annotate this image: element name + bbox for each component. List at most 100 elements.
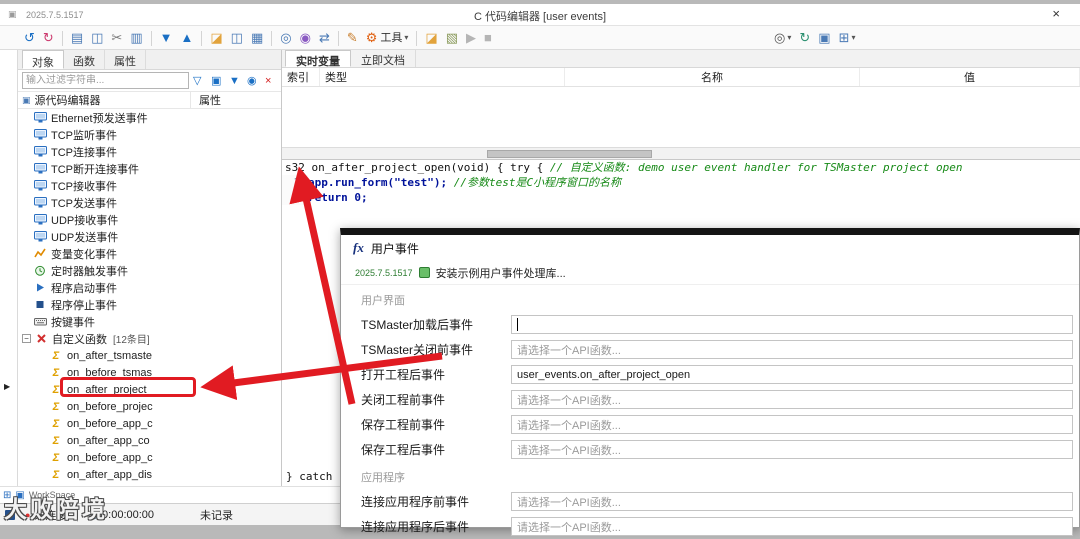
code-line[interactable]: 2return 0; <box>282 190 1080 205</box>
tree-item[interactable]: TCP监听事件 <box>18 126 281 143</box>
filter-options-icon[interactable]: ▣ <box>208 71 224 91</box>
filter-icon[interactable]: ▽ <box>190 71 206 91</box>
filter-clear-icon[interactable]: × <box>262 71 278 91</box>
find-next-icon[interactable]: ◉ <box>297 28 314 48</box>
api-function-combo[interactable]: 请选择一个API函数... <box>511 415 1073 434</box>
sigma-function-icon: Σ <box>48 435 64 447</box>
column-header[interactable]: 值 <box>860 68 1080 86</box>
tree-item[interactable]: Σon_after_tsmaste <box>18 347 281 364</box>
filter-target-icon[interactable]: ◉ <box>244 71 260 91</box>
tree-item[interactable]: Σon_before_projec <box>18 398 281 415</box>
sigma-function-icon: Σ <box>48 452 64 464</box>
tree-item[interactable]: −自定义函数[12条目] <box>18 330 281 347</box>
record-status: 未记录 <box>200 507 233 523</box>
edit-icon[interactable]: ✎ <box>344 28 361 48</box>
table-header: 索引类型名称值 <box>282 68 1080 87</box>
column-header[interactable]: 类型 <box>320 68 565 86</box>
redo-icon[interactable]: ↻ <box>40 28 57 48</box>
column-header[interactable]: 索引 <box>282 68 320 86</box>
cut-icon[interactable]: ✂ <box>108 28 125 48</box>
move-up-icon[interactable]: ▲ <box>177 28 196 48</box>
tree-item[interactable]: TCP发送事件 <box>18 194 281 211</box>
horizontal-scrollbar[interactable] <box>282 147 1080 159</box>
window-icon[interactable]: ▣ <box>815 28 833 48</box>
dialog-field-row: 连接应用程序后事件请选择一个API函数... <box>341 514 1079 539</box>
tree-item[interactable]: 程序启动事件 <box>18 279 281 296</box>
undo-icon[interactable]: ↺ <box>21 28 38 48</box>
tree-item[interactable]: Σon_after_app_co <box>18 432 281 449</box>
tree-item[interactable]: Σon_after_project_ <box>18 381 281 398</box>
collapse-expander-icon[interactable]: − <box>22 334 31 343</box>
folder-icon[interactable]: ◪ <box>422 28 440 48</box>
tree-item[interactable]: 定时器触发事件 <box>18 262 281 279</box>
fx-icon: fx <box>353 240 364 256</box>
field-label: 保存工程后事件 <box>341 441 511 458</box>
tree-item-label: on_after_app_co <box>67 435 150 447</box>
tab-实时变量[interactable]: 实时变量 <box>285 50 351 67</box>
tree-item[interactable]: Ethernet预发送事件 <box>18 109 281 126</box>
watermark-text: 大败陪境 <box>4 490 108 524</box>
filter-input[interactable] <box>22 72 189 89</box>
tab-对象[interactable]: 对象 <box>22 50 64 69</box>
compare-icon[interactable]: ⇄ <box>316 28 333 48</box>
tree-item-label: TCP断开连接事件 <box>51 161 139 177</box>
tab-函数[interactable]: 函数 <box>64 50 105 69</box>
api-function-combo[interactable]: 请选择一个API函数... <box>511 492 1073 511</box>
tools-button[interactable]: ⚙工具▾ <box>363 28 412 48</box>
toolbar-left-group: ↺↻▤◫✂▥▼▲◪◫▦◎◉⇄✎⚙工具▾◪▧▶■ <box>20 26 496 50</box>
line-number: 1 <box>282 175 308 190</box>
tree-item[interactable]: TCP接收事件 <box>18 177 281 194</box>
api-function-combo[interactable]: user_events.on_after_project_open <box>511 365 1073 384</box>
stop-icon[interactable]: ■ <box>481 28 495 48</box>
tree-item-label: on_before_tsmas <box>67 367 152 379</box>
tree-item-label: 程序启动事件 <box>51 280 117 296</box>
search-settings-button[interactable]: ◎▾ <box>771 28 794 48</box>
tree-item[interactable]: UDP接收事件 <box>18 211 281 228</box>
tab-属性[interactable]: 属性 <box>105 50 146 69</box>
layout-button[interactable]: ⊞▾ <box>836 28 859 48</box>
api-function-combo[interactable]: 请选择一个API函数... <box>511 390 1073 409</box>
tree-item[interactable]: Σon_before_tsmas <box>18 364 281 381</box>
filter-apply-icon[interactable]: ▼ <box>226 71 242 91</box>
close-button[interactable]: × <box>1052 6 1060 21</box>
open-folder-icon[interactable]: ◪ <box>207 28 225 48</box>
tree-item-label: 自定义函数 <box>52 331 107 347</box>
tree-item[interactable]: Σon_before_app_c <box>18 449 281 466</box>
tree-item-label: UDP接收事件 <box>51 212 118 228</box>
tab-立即文档[interactable]: 立即文档 <box>351 50 416 67</box>
tree-item[interactable]: Σon_after_app_dis <box>18 466 281 483</box>
tree-item[interactable]: Σon_before_app_c <box>18 415 281 432</box>
install-library-button[interactable]: 安装示例用户事件处理库... <box>436 265 566 281</box>
scrollbar-thumb[interactable] <box>487 150 652 158</box>
paste-icon[interactable]: ▥ <box>127 28 145 48</box>
api-function-combo[interactable] <box>511 315 1073 334</box>
tree-item[interactable]: 变量变化事件 <box>18 245 281 262</box>
dialog-field-row: TSMaster加载后事件 <box>341 312 1079 337</box>
run-icon[interactable]: ▶ <box>463 28 479 48</box>
panel-collapse-arrow[interactable]: ▶ <box>4 382 10 391</box>
save-all-icon[interactable]: ▦ <box>248 28 266 48</box>
monitor-icon <box>32 112 48 123</box>
tree-item[interactable]: TCP断开连接事件 <box>18 160 281 177</box>
timer-icon <box>32 265 48 276</box>
save-file-icon[interactable]: ◫ <box>228 28 246 48</box>
tree-item[interactable]: 按键事件 <box>18 313 281 330</box>
find-icon[interactable]: ◎ <box>277 28 294 48</box>
main-tabs: 实时变量立即文档 <box>282 50 1080 68</box>
tree-item[interactable]: TCP连接事件 <box>18 143 281 160</box>
sync-icon[interactable]: ↻ <box>796 28 813 48</box>
code-line[interactable]: 1app.run_form("test"); //参数test是C小程序窗口的名… <box>282 175 1080 190</box>
tree-item-label: TCP接收事件 <box>51 178 117 194</box>
api-function-combo[interactable]: 请选择一个API函数... <box>511 517 1073 536</box>
api-function-combo[interactable]: 请选择一个API函数... <box>511 440 1073 459</box>
field-label: TSMaster关闭前事件 <box>341 341 511 358</box>
save-icon[interactable]: ◫ <box>88 28 106 48</box>
new-file-icon[interactable]: ▤ <box>68 28 86 48</box>
dialog-field-row: 关闭工程前事件请选择一个API函数... <box>341 387 1079 412</box>
clean-icon[interactable]: ▧ <box>443 28 461 48</box>
tree-item[interactable]: 程序停止事件 <box>18 296 281 313</box>
column-header[interactable]: 名称 <box>565 68 860 86</box>
api-function-combo[interactable]: 请选择一个API函数... <box>511 340 1073 359</box>
tree-item[interactable]: UDP发送事件 <box>18 228 281 245</box>
move-down-icon[interactable]: ▼ <box>157 28 176 48</box>
